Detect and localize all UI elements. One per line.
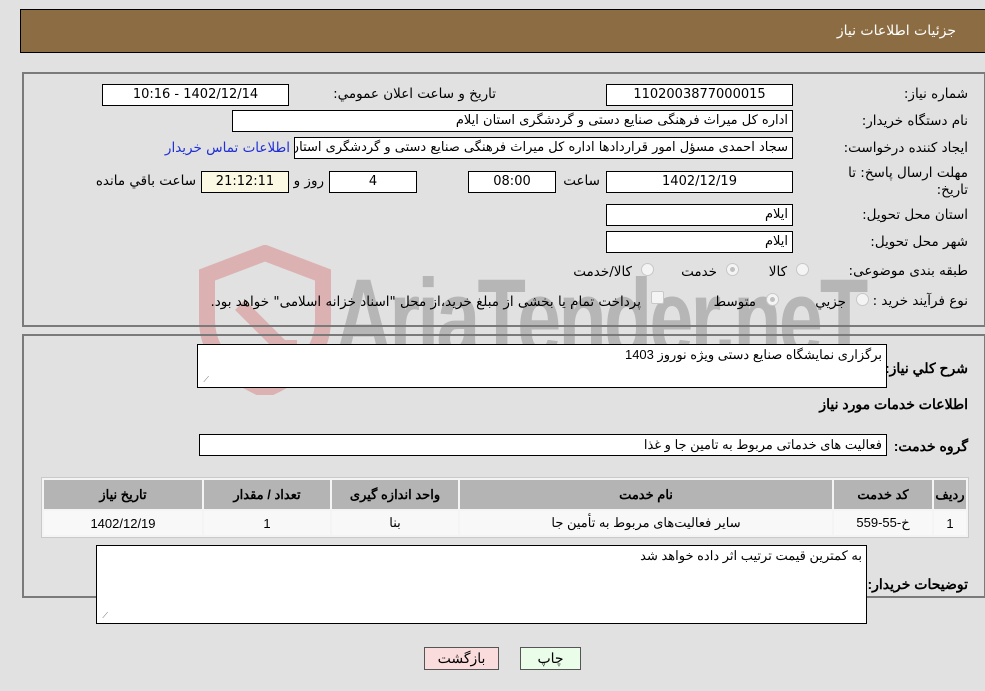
treasury-checkbox-label: پرداخت تمام یا بخشی از مبلغ خرید،از محل …	[210, 294, 641, 310]
province-field: ایلام	[606, 204, 793, 226]
category-radio-goods-service[interactable]	[641, 263, 654, 276]
need-number-field: 1102003877000015	[606, 84, 793, 106]
creator-label: ایجاد کننده درخواست:	[843, 140, 968, 156]
days-remaining-field: 4	[329, 171, 417, 193]
col-header-need-date: تاریخ نیاز	[44, 480, 202, 509]
category-label: طبقه بندی موضوعی:	[848, 263, 968, 279]
col-header-unit: واحد اندازه گیری	[332, 480, 458, 509]
services-table: ردیف کد خدمت نام خدمت واحد اندازه گیری ت…	[41, 477, 969, 538]
page-title: جزئیات اطلاعات نیاز	[836, 23, 956, 39]
category-radio-service[interactable]	[726, 263, 739, 276]
services-section-title: اطلاعات خدمات مورد نیاز	[819, 396, 968, 412]
remaining-label: ساعت باقي مانده	[95, 173, 196, 189]
cell-need-date: 1402/12/19	[44, 511, 202, 535]
creator-field: سجاد احمدی مسؤل امور قراردادها اداره کل …	[294, 137, 793, 159]
description-text: برگزاری نمایشگاه صنایع دستی ویژه نوروز 1…	[624, 347, 882, 362]
cell-unit: بنا	[332, 511, 458, 535]
services-panel: شرح کلي نیاز: برگزاری نمایشگاه صنایع دست…	[22, 334, 985, 624]
process-radio-medium[interactable]	[766, 293, 779, 306]
page-header: جزئیات اطلاعات نیاز	[20, 9, 985, 53]
col-header-service-name: نام خدمت	[460, 480, 832, 509]
col-header-row-number: ردیف	[934, 480, 966, 509]
process-type-label: نوع فرآیند خرید :	[872, 293, 968, 309]
city-field: ایلام	[606, 231, 793, 253]
service-group-label: گروه خدمت:	[893, 438, 968, 454]
days-label: روز و	[293, 173, 324, 189]
treasury-checkbox[interactable]	[651, 291, 664, 304]
category-option-goods: کالا	[768, 264, 787, 280]
cell-row-number: 1	[934, 511, 966, 535]
buyer-notes-label: توضیحات خریدار:	[867, 576, 968, 592]
buyer-org-field: اداره کل میراث فرهنگی صنایع دستی و گردشگ…	[232, 110, 793, 132]
need-number-label: شماره نیاز:	[903, 86, 968, 102]
announce-date-field: 1402/12/14 - 10:16	[102, 84, 289, 106]
back-button[interactable]: بازگشت	[424, 647, 499, 670]
announce-date-label: تاریخ و ساعت اعلان عمومي:	[333, 86, 496, 102]
details-panel: شماره نیاز: 1102003877000015 تاریخ و ساع…	[22, 72, 985, 327]
service-group-field: فعالیت های خدماتی مربوط به تامین جا و غذ…	[199, 434, 887, 456]
resize-handle-icon[interactable]: ⟋	[99, 612, 108, 621]
process-option-minor: جزيي	[815, 294, 846, 310]
city-label: شهر محل تحویل:	[870, 234, 968, 250]
remaining-time-field: 21:12:11	[201, 171, 289, 193]
process-option-medium: متوسط	[713, 294, 756, 310]
description-textarea[interactable]: برگزاری نمایشگاه صنایع دستی ویژه نوروز 1…	[197, 344, 887, 388]
buyer-notes-text: به کمترین قیمت ترتیب اثر داده خواهد شد	[640, 548, 862, 563]
buyer-org-label: نام دستگاه خریدار:	[861, 113, 968, 129]
buyer-contact-link[interactable]: اطلاعات تماس خریدار	[165, 140, 290, 156]
category-option-service: خدمت	[681, 264, 717, 280]
buyer-notes-textarea[interactable]: به کمترین قیمت ترتیب اثر داده خواهد شد ⟋	[96, 545, 867, 624]
deadline-time-label: ساعت	[563, 173, 600, 189]
cell-service-name: سایر فعالیت‌های مربوط به تأمین جا	[460, 511, 832, 535]
cell-service-code: خ-55-559	[834, 511, 932, 535]
category-radio-goods[interactable]	[796, 263, 809, 276]
deadline-label: مهلت ارسال پاسخ: تا تاریخ:	[848, 165, 968, 198]
resize-handle-icon[interactable]: ⟋	[200, 376, 209, 385]
province-label: استان محل تحویل:	[862, 207, 968, 223]
print-button[interactable]: چاپ	[520, 647, 581, 670]
deadline-time-field: 08:00	[468, 171, 556, 193]
table-row: 1 خ-55-559 سایر فعالیت‌های مربوط به تأمی…	[44, 511, 966, 535]
process-radio-minor[interactable]	[856, 293, 869, 306]
deadline-date-field: 1402/12/19	[606, 171, 793, 193]
cell-quantity: 1	[204, 511, 330, 535]
table-header-row: ردیف کد خدمت نام خدمت واحد اندازه گیری ت…	[44, 480, 966, 509]
description-label: شرح کلي نیاز:	[884, 360, 968, 376]
col-header-service-code: کد خدمت	[834, 480, 932, 509]
col-header-quantity: تعداد / مقدار	[204, 480, 330, 509]
category-option-goods-service: کالا/خدمت	[573, 264, 632, 280]
